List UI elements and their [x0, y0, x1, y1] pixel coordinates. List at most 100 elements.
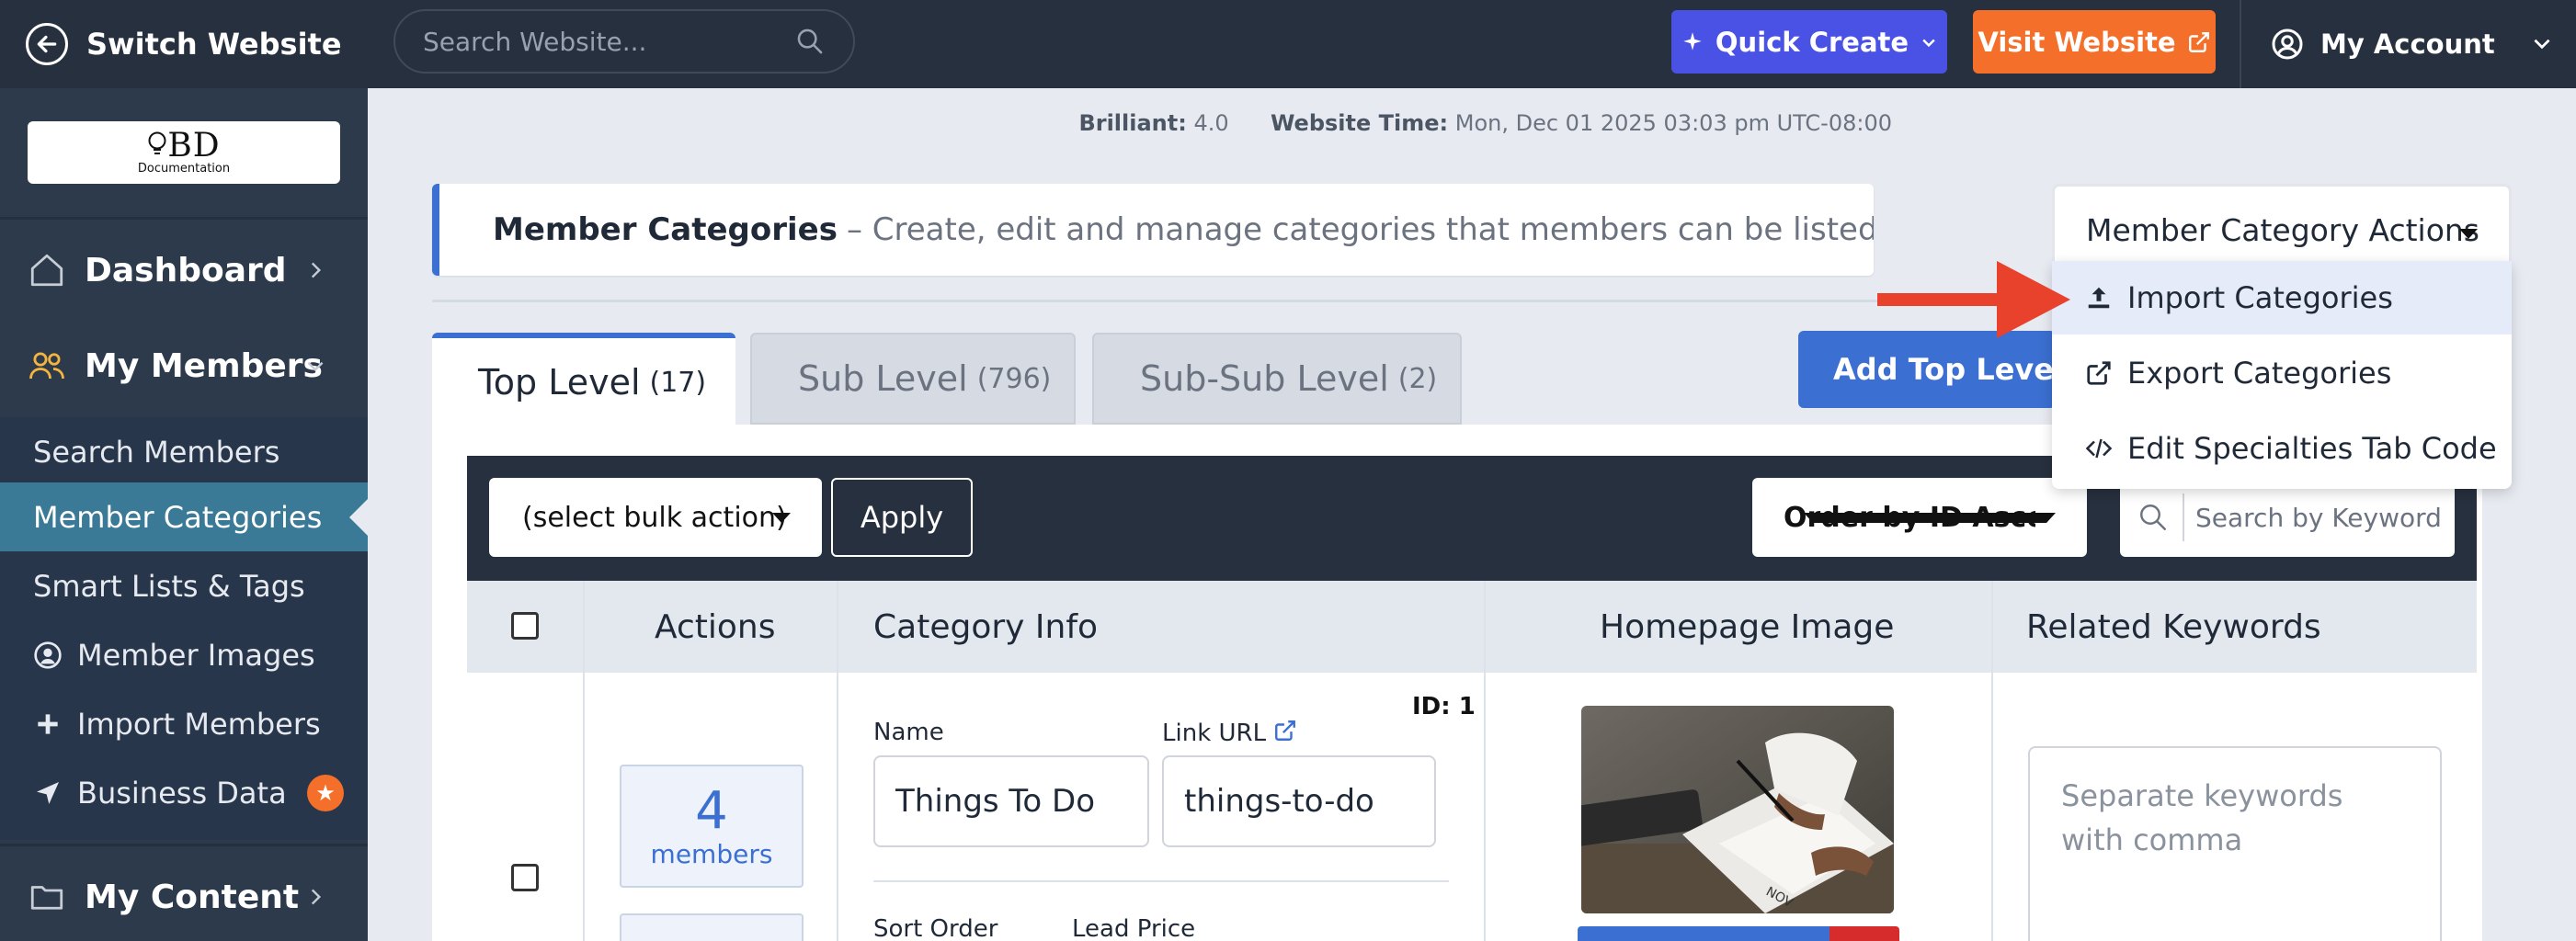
- sidebar-item-business-data[interactable]: Business Data ★: [0, 758, 368, 827]
- sidebar-item-label: Member Categories: [33, 499, 323, 535]
- caret-down-icon: [772, 513, 791, 523]
- apply-button[interactable]: Apply: [831, 478, 973, 557]
- keyword-search-input[interactable]: [2195, 502, 2444, 533]
- link-url-label-text: Link URL: [1162, 720, 1267, 747]
- delete-image-button[interactable]: [1829, 926, 1899, 941]
- row-checkbox[interactable]: [511, 864, 539, 891]
- column-header-category-info: Category Info: [873, 607, 1099, 646]
- sidebar-item-label: Dashboard: [85, 251, 287, 289]
- website-time-value: Mon, Dec 01 2025 03:03 pm UTC-08:00: [1454, 110, 1892, 136]
- my-members-submenu: Search Members Member Categories Smart L…: [0, 417, 368, 840]
- logo-subtitle: Documentation: [137, 161, 231, 176]
- top-bar: Switch Website Quick Create Visit Websit…: [0, 0, 2576, 88]
- sidebar-item-my-members[interactable]: My Members: [0, 320, 368, 412]
- back-arrow-icon: [26, 23, 68, 65]
- site-logo[interactable]: BD Documentation: [28, 121, 340, 184]
- external-link-icon[interactable]: [1273, 719, 1297, 743]
- menu-item-export-categories[interactable]: Export Categories: [2052, 336, 2512, 410]
- lead-price-label: Lead Price: [1072, 915, 1196, 941]
- column-divider: [1991, 581, 1993, 941]
- homepage-photo-illustration: NOV: [1581, 706, 1894, 913]
- menu-item-edit-specialties-tab-code[interactable]: Edit Specialties Tab Code: [2052, 412, 2512, 485]
- status-line: Brilliant: 4.0 Website Time: Mon, Dec 01…: [1078, 110, 1892, 136]
- quick-create-label: Quick Create: [1715, 26, 1909, 58]
- sidebar-item-label: Search Members: [33, 434, 280, 470]
- tab-count: (2): [1397, 362, 1438, 395]
- add-top-level-category-button[interactable]: Add Top Level Category: [1798, 331, 2056, 408]
- name-label: Name: [873, 719, 944, 746]
- chevron-down-icon: [1922, 39, 1935, 47]
- website-search-input[interactable]: [423, 26, 794, 57]
- column-header-homepage-image: Homepage Image: [1600, 607, 1895, 646]
- column-header-related-keywords: Related Keywords: [2026, 607, 2321, 646]
- member-category-actions-menu: Import Categories Export Categories Edit…: [2052, 261, 2512, 489]
- category-link-url-field[interactable]: [1162, 755, 1436, 847]
- change-image-button[interactable]: [1578, 926, 1829, 941]
- user-circle-icon: [34, 641, 62, 669]
- location-arrow-icon: [37, 781, 59, 804]
- external-link-icon: [2188, 31, 2209, 52]
- sidebar-item-import-members[interactable]: Import Members: [0, 689, 368, 758]
- sidebar-item-search-members[interactable]: Search Members: [0, 417, 368, 486]
- divider: [873, 880, 1449, 882]
- search-icon: [2140, 505, 2166, 530]
- column-divider: [583, 581, 585, 941]
- sidebar-item-dashboard[interactable]: Dashboard: [0, 224, 368, 316]
- tab-label: Sub Level: [798, 358, 968, 399]
- topbar-divider: [2240, 0, 2241, 88]
- column-divider: [1484, 581, 1486, 941]
- sidebar-item-my-content[interactable]: My Content: [0, 851, 368, 941]
- quick-create-button[interactable]: Quick Create: [1671, 10, 1947, 74]
- sidebar-divider: [0, 844, 368, 846]
- lightbulb-icon: [148, 131, 166, 154]
- member-count-label: members: [650, 838, 773, 869]
- sidebar-item-label: Member Images: [77, 637, 315, 673]
- category-name-field[interactable]: [873, 755, 1149, 847]
- tab-label: Top Level: [478, 362, 641, 402]
- tab-sub-level[interactable]: Sub Level (796): [750, 333, 1076, 425]
- sidebar-item-member-images[interactable]: Member Images: [0, 620, 368, 689]
- version-value: 4.0: [1193, 110, 1229, 136]
- switch-website-button[interactable]: Switch Website: [0, 0, 368, 88]
- menu-item-label: Import Categories: [2127, 280, 2393, 315]
- actions-button-label: Member Category Actions: [2086, 211, 2480, 248]
- website-time-label: Website Time:: [1270, 110, 1449, 136]
- tab-sub-sub-level[interactable]: Sub-Sub Level (2): [1092, 333, 1462, 425]
- homepage-image[interactable]: NOV: [1581, 706, 1894, 913]
- version-label: Brilliant:: [1078, 110, 1187, 136]
- red-arrow-annotation-icon: [1877, 261, 2070, 338]
- logo-text: BD: [147, 126, 221, 164]
- users-icon: [29, 352, 64, 380]
- page-info-box: Member Categories – Create, edit and man…: [432, 184, 1874, 276]
- upload-icon: [2088, 287, 2110, 309]
- related-keywords-field[interactable]: [2028, 746, 2442, 941]
- sidebar-item-smart-lists-tags[interactable]: Smart Lists & Tags: [0, 551, 368, 620]
- tab-label: Sub-Sub Level: [1140, 358, 1389, 399]
- menu-item-label: Edit Specialties Tab Code: [2127, 431, 2497, 466]
- bulk-action-select[interactable]: (select bulk action): [489, 478, 822, 557]
- sparkle-icon: [1683, 31, 1702, 51]
- column-header-actions: Actions: [655, 607, 776, 646]
- visit-website-button[interactable]: Visit Website: [1973, 10, 2216, 74]
- page-description: – Create, edit and manage categories tha…: [846, 211, 1874, 248]
- logo-main: BD: [167, 126, 221, 164]
- website-search: [393, 9, 855, 74]
- my-account-menu[interactable]: My Account: [2271, 0, 2576, 88]
- menu-item-import-categories[interactable]: Import Categories: [2052, 261, 2512, 334]
- tab-top-level[interactable]: Top Level (17): [432, 333, 735, 432]
- separator: [2183, 493, 2184, 541]
- members-count-button[interactable]: 4 members: [620, 765, 804, 888]
- order-select[interactable]: Order by ID Ascending: [1752, 478, 2087, 557]
- keyword-search: [2120, 478, 2455, 557]
- search-icon[interactable]: [794, 26, 826, 57]
- category-id: ID: 1: [1412, 693, 1476, 720]
- star-icon: ★: [307, 775, 344, 811]
- bulk-action-value: (select bulk action): [522, 501, 787, 534]
- sidebar-divider: [0, 217, 368, 220]
- sidebar-item-label: My Content: [85, 878, 300, 916]
- select-all-checkbox[interactable]: [511, 612, 539, 640]
- sidebar-item-member-categories[interactable]: Member Categories: [0, 482, 368, 551]
- row-action-button[interactable]: [620, 913, 804, 941]
- divider: [432, 300, 2050, 302]
- sidebar-item-label: Import Members: [77, 706, 321, 742]
